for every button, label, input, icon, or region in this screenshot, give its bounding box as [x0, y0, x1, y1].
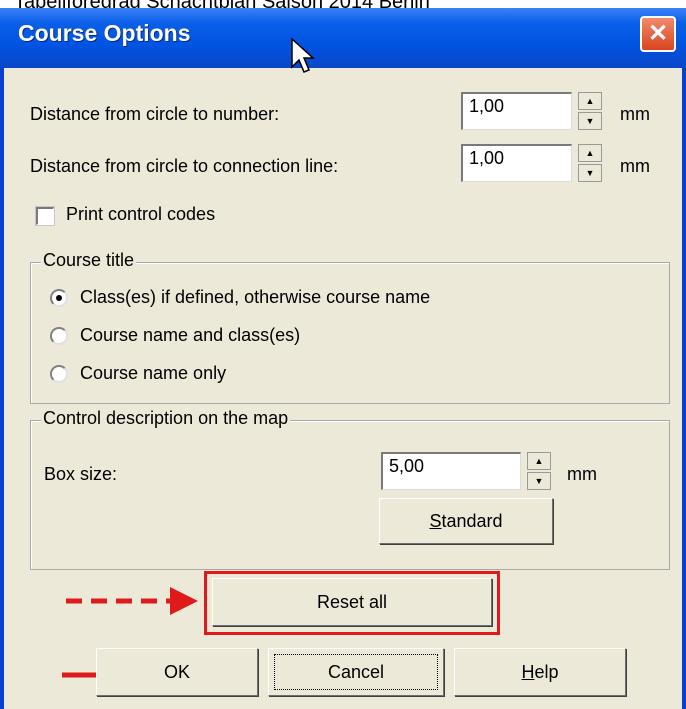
reset-all-button[interactable]: Reset all	[212, 578, 492, 626]
course-options-dialog: Course Options ✕ Distance from circle to…	[0, 8, 686, 709]
radio-course-and-class[interactable]	[50, 327, 68, 345]
print-codes-checkbox[interactable]	[36, 207, 54, 225]
spin-down-icon[interactable]: ▼	[578, 112, 602, 130]
distance-number-input[interactable]: 1,00	[461, 92, 572, 130]
focus-rectangle	[274, 654, 438, 690]
help-label-rest: elp	[534, 662, 559, 682]
close-button[interactable]: ✕	[640, 16, 676, 52]
distance-number-stepper[interactable]: ▲ ▼	[578, 92, 602, 130]
distance-number-unit: mm	[620, 104, 650, 124]
spin-up-icon[interactable]: ▲	[527, 452, 551, 470]
cancel-button[interactable]: Cancel	[268, 648, 444, 696]
help-mnemonic: H	[521, 662, 535, 682]
window-title: Course Options	[18, 20, 191, 46]
radio-class-or-course-label: Class(es) if defined, otherwise course n…	[80, 287, 431, 307]
close-icon: ✕	[647, 20, 669, 47]
standard-label-rest: tandard	[441, 511, 503, 531]
help-button[interactable]: Help	[454, 648, 626, 696]
mouse-cursor-icon	[291, 37, 315, 73]
standard-mnemonic: S	[429, 511, 442, 531]
box-size-unit: mm	[567, 464, 597, 484]
radio-class-or-course[interactable]	[50, 289, 68, 307]
radio-course-only[interactable]	[50, 365, 68, 383]
spin-up-icon[interactable]: ▲	[578, 92, 602, 110]
title-bar[interactable]: Course Options ✕	[0, 8, 686, 68]
box-size-label: Box size:	[44, 464, 118, 484]
box-size-stepper[interactable]: ▲ ▼	[527, 452, 551, 490]
spin-up-icon[interactable]: ▲	[578, 144, 602, 162]
spin-down-icon[interactable]: ▼	[578, 164, 602, 182]
print-codes-label: Print control codes	[66, 204, 216, 224]
control-description-legend: Control description on the map	[41, 408, 291, 429]
spin-down-icon[interactable]: ▼	[527, 472, 551, 490]
distance-line-input[interactable]: 1,00	[461, 144, 572, 182]
radio-course-and-class-label: Course name and class(es)	[80, 325, 301, 345]
distance-line-label: Distance from circle to connection line:	[30, 156, 339, 176]
control-description-group: Control description on the map	[30, 408, 670, 570]
dashed-arrow-icon	[66, 587, 198, 615]
box-size-input[interactable]: 5,00	[381, 452, 521, 490]
distance-line-unit: mm	[620, 156, 650, 176]
distance-number-label: Distance from circle to number:	[30, 104, 280, 124]
ok-button[interactable]: OK	[96, 648, 258, 696]
distance-line-stepper[interactable]: ▲ ▼	[578, 144, 602, 182]
course-title-legend: Course title	[41, 250, 137, 271]
radio-course-only-label: Course name only	[80, 363, 227, 383]
standard-button[interactable]: Standard	[379, 498, 553, 544]
